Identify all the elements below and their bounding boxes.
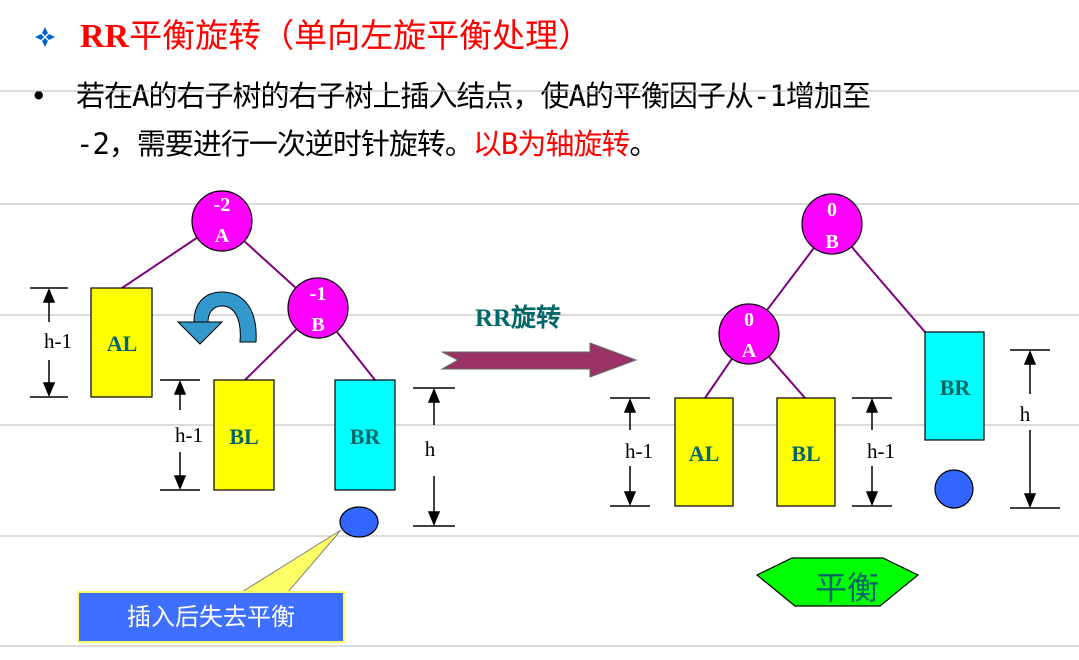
before-tree: AL BL BR -2 A -1 B h-1 h-1 h 插入后失去平衡 <box>30 190 455 643</box>
after-BR-label: BR <box>940 375 972 400</box>
after-node-A-factor: 0 <box>744 309 754 331</box>
before-BL-label: BL <box>229 424 258 449</box>
rotation-diagram: AL BL BR -2 A -1 B h-1 h-1 h 插入后失去平衡 RR旋… <box>0 90 1079 647</box>
before-node-A-factor: -2 <box>214 194 231 216</box>
before-node-A-name: A <box>215 225 230 247</box>
after-BR-dimension <box>1010 349 1060 509</box>
after-node-A-name: A <box>742 340 757 362</box>
after-BL-dim-label: h-1 <box>867 439 895 463</box>
after-AL-dim-label: h-1 <box>625 439 653 463</box>
rr-arrow-label: RR旋转 <box>475 303 561 332</box>
before-AL-dim-label: h-1 <box>44 329 72 353</box>
before-BR-label: BR <box>350 424 382 449</box>
callout-text: 插入后失去平衡 <box>127 603 295 631</box>
before-AL-label: AL <box>107 331 138 356</box>
before-node-B-factor: -1 <box>310 283 327 305</box>
after-BR-dim-label: h <box>1020 402 1031 426</box>
after-inserted-node <box>934 469 974 509</box>
inserted-node <box>339 506 379 538</box>
balanced-badge-label: 平衡 <box>815 569 879 607</box>
after-node-B-factor: 0 <box>827 199 837 221</box>
after-AL-label: AL <box>689 441 720 466</box>
before-BR-dim-label: h <box>425 437 436 461</box>
callout-pointer <box>240 529 342 593</box>
before-node-B-name: B <box>311 314 324 336</box>
rr-rotation-arrow: RR旋转 <box>440 303 638 378</box>
slide: RR平衡旋转（单向左旋平衡处理） • 若在A的右子树的右子树上插入结点，使A的平… <box>0 0 1079 660</box>
after-node-B-name: B <box>825 231 838 253</box>
before-BL-dim-label: h-1 <box>175 423 203 447</box>
after-tree: AL BL BR 0 B 0 A h-1 h-1 h 平衡 <box>610 193 1060 607</box>
rotate-arrow-icon <box>176 291 257 345</box>
after-BL-label: BL <box>791 441 820 466</box>
